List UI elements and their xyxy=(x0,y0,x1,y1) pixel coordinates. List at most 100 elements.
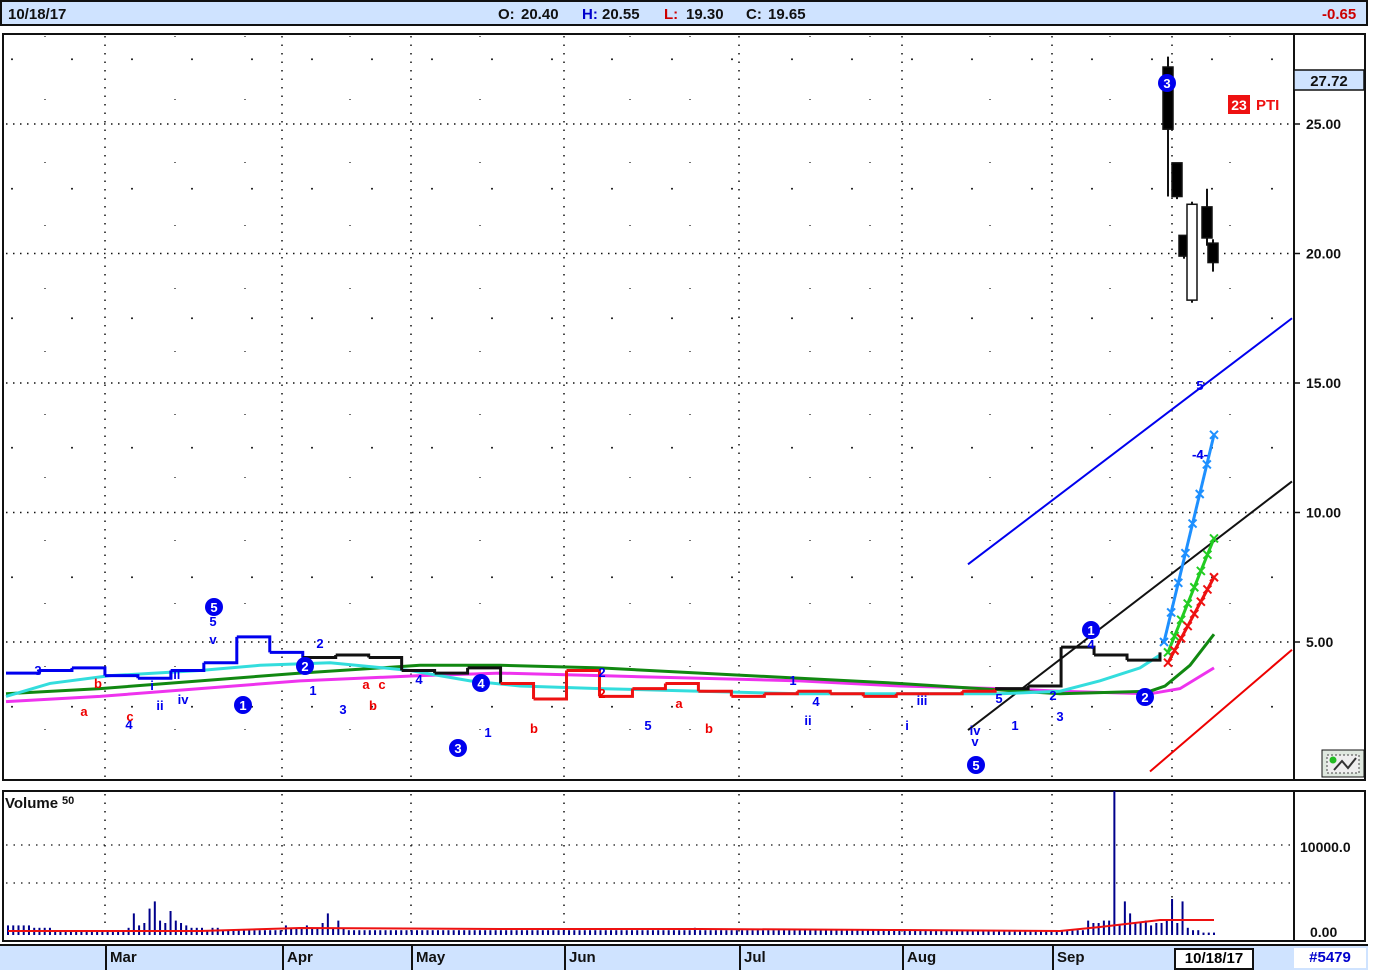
wave-circle-label: 5 xyxy=(972,758,979,773)
wave-label: 1 xyxy=(789,673,796,688)
wave-label: ii xyxy=(804,713,811,728)
wave-label: iv xyxy=(178,692,190,707)
grid-dot xyxy=(551,58,553,61)
grid-dot xyxy=(671,446,673,449)
wave-circle-label: 4 xyxy=(477,676,485,691)
wave-label: iii xyxy=(170,667,181,682)
grid-dot xyxy=(911,187,913,190)
grid-dot xyxy=(191,58,193,61)
grid-dot xyxy=(1031,58,1033,61)
wave-label: iii xyxy=(917,693,928,708)
ticker-badge-number: 23 xyxy=(1231,97,1247,113)
grid-dot xyxy=(911,705,913,708)
grid-dot xyxy=(191,317,193,320)
wave-label: 5 xyxy=(995,691,1002,706)
high-label: H: xyxy=(582,6,598,23)
grid-dot xyxy=(491,317,493,320)
grid-dot xyxy=(971,576,973,579)
month-tick xyxy=(282,946,284,970)
wave-label: 5 xyxy=(644,718,651,733)
wave-circle-label: 2 xyxy=(1141,690,1148,705)
grid-dot xyxy=(671,576,673,579)
time-axis: Mar Apr May Jun Jul Aug Sep 10/18/17 #54… xyxy=(0,944,1368,970)
grid-dot xyxy=(851,58,853,61)
grid-dot xyxy=(791,317,793,320)
grid-dot xyxy=(1271,58,1273,61)
grid-dot xyxy=(731,705,733,708)
grid-dot xyxy=(1091,58,1093,61)
grid-dot xyxy=(911,58,913,61)
month-tick xyxy=(564,946,566,970)
wave-circle-label: 3 xyxy=(454,741,461,756)
chart-settings-icon[interactable] xyxy=(1321,749,1365,778)
close-value: 19.65 xyxy=(768,6,806,23)
wave-label: a xyxy=(80,704,88,719)
wave-label: 4 xyxy=(812,694,820,709)
wave-label: b xyxy=(94,676,102,691)
grid-dot xyxy=(491,446,493,449)
price-tick-label: 15.00 xyxy=(1306,375,1341,391)
price-tick-label: 25.00 xyxy=(1306,116,1341,132)
grid-dot xyxy=(791,446,793,449)
grid-dot xyxy=(11,705,13,708)
chart-id[interactable]: #5479 xyxy=(1294,948,1366,968)
grid-dot xyxy=(311,317,313,320)
grid-dot xyxy=(551,705,553,708)
grid-dot xyxy=(971,705,973,708)
last-price-label: 27.72 xyxy=(1310,73,1348,90)
grid-dot xyxy=(251,446,253,449)
wave-label: 5 xyxy=(1196,378,1203,393)
wave-label: 3 xyxy=(339,702,346,717)
grid-dot xyxy=(911,317,913,320)
grid-dot xyxy=(131,58,133,61)
grid-dot xyxy=(491,705,493,708)
low-label: L: xyxy=(664,6,679,23)
grid-dot xyxy=(1031,705,1033,708)
grid-dot xyxy=(1151,317,1153,320)
open-label: O: xyxy=(498,6,515,23)
grid-dot xyxy=(851,187,853,190)
grid-dot xyxy=(731,446,733,449)
low-value: 19.30 xyxy=(686,6,724,23)
volume-tick-10000: 10000.0 xyxy=(1300,839,1351,855)
grid-dot xyxy=(11,187,13,190)
grid-dot xyxy=(1271,187,1273,190)
current-date-box[interactable]: 10/18/17 xyxy=(1174,948,1254,970)
volume-title: Volume xyxy=(5,795,58,812)
grid-dot xyxy=(311,58,313,61)
wave-label: 4 xyxy=(1087,637,1095,652)
month-tick xyxy=(739,946,741,970)
grid-dot xyxy=(731,58,733,61)
grid-dot xyxy=(1031,187,1033,190)
wave-label: 5 xyxy=(209,614,216,629)
month-tick xyxy=(1052,946,1054,970)
grid-dot xyxy=(491,58,493,61)
grid-dot xyxy=(251,576,253,579)
grid-dot xyxy=(1271,446,1273,449)
wave-circle-label: 3 xyxy=(1163,76,1170,91)
grid-dot xyxy=(371,576,373,579)
month-mar: Mar xyxy=(110,949,137,966)
grid-dot xyxy=(551,317,553,320)
grid-dot xyxy=(311,576,313,579)
ticker-symbol: PTI xyxy=(1256,97,1279,114)
grid-dot xyxy=(671,317,673,320)
grid-dot xyxy=(671,705,673,708)
grid-dot xyxy=(71,576,73,579)
grid-dot xyxy=(911,446,913,449)
price-chart[interactable]: 51234512334iiiiiiiv5v 213412514ii iiiiivv5… xyxy=(0,28,1370,944)
wave-label: 1 xyxy=(1011,718,1018,733)
grid-dot xyxy=(731,187,733,190)
grid-dot xyxy=(971,187,973,190)
grid-dot xyxy=(371,317,373,320)
grid-dot xyxy=(131,187,133,190)
grid-dot xyxy=(971,317,973,320)
grid-dot xyxy=(611,576,613,579)
grid-dot xyxy=(491,576,493,579)
grid-dot xyxy=(1271,705,1273,708)
wave-label: b xyxy=(705,721,713,736)
quote-header: 10/18/17 O: 20.40 H: 20.55 L: 19.30 C: 1… xyxy=(0,0,1368,26)
candle-body xyxy=(1186,203,1198,301)
grid-dot xyxy=(791,58,793,61)
wave-label: b xyxy=(530,721,538,736)
